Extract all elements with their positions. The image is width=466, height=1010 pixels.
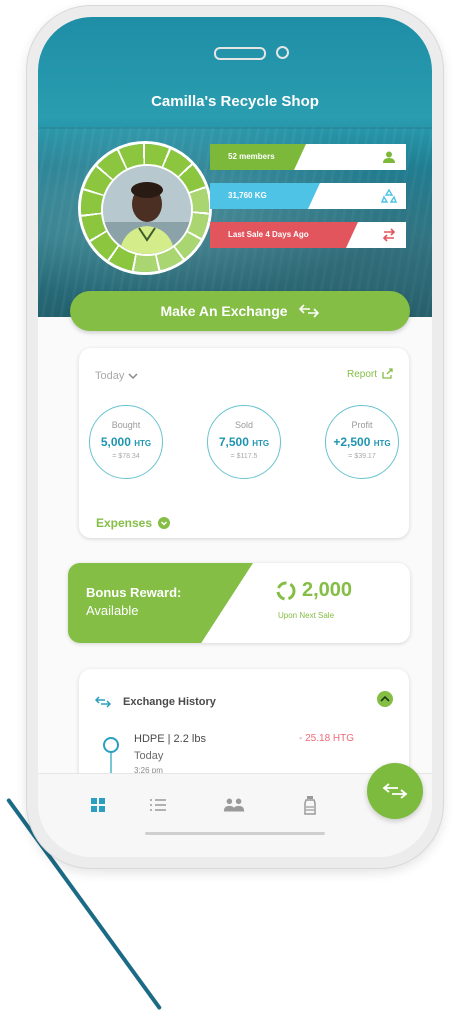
metric-label: Sold [234,420,253,430]
tab-members[interactable] [222,794,246,816]
make-exchange-button[interactable]: Make An Exchange [70,291,410,331]
app-screen: Camilla's Recycle Shop 52 members 31,760… [38,17,432,857]
tab-list[interactable] [146,794,170,816]
period-label: Today [95,370,125,382]
exchange-arrows-icon [376,222,402,248]
report-label: Report [346,368,377,380]
tab-dashboard[interactable] [86,794,110,816]
metric-profit: Profit +2,500 HTG = $39.17 [325,405,399,479]
profile-photo [103,166,191,254]
shop-title: Camilla's Recycle Shop [151,93,319,110]
make-exchange-label: Make An Exchange [160,303,288,319]
bonus-note: Upon Next Sale [278,611,335,620]
phone-camera [276,46,289,59]
decorative-line-top [0,0,12,168]
header-divider [38,127,432,129]
metric-label: Profit [351,420,373,430]
history-header: Exchange History [95,696,216,708]
metric-sold: Sold 7,500 HTG = $117.5 [207,405,281,479]
recycle-icon [376,183,402,209]
bonus-title: Bonus Reward: [86,585,182,600]
tab-inventory[interactable] [298,794,322,816]
chevron-down-icon [128,373,138,380]
report-link[interactable]: Report [347,368,393,380]
list-icon [150,799,166,811]
members-stat: 52 members [210,144,406,170]
expenses-label: Expenses [96,516,153,530]
metric-value: 5,000 HTG [100,435,152,449]
collapse-history-button[interactable] [377,691,393,707]
recycle-icon [276,581,296,600]
people-icon [223,798,245,812]
history-title: Exchange History [123,696,216,708]
transaction-date: Today [134,750,164,762]
home-indicator [145,832,325,835]
expenses-toggle[interactable]: Expenses [96,516,171,530]
export-icon [382,368,393,379]
bonus-status: Available [86,603,139,618]
metric-label: Bought [111,420,141,430]
chevron-up-icon [380,695,390,702]
exchange-arrows-icon [95,696,111,708]
metric-usd: = $39.17 [348,453,376,460]
bonus-amount: 2,000 [302,579,353,601]
avatar[interactable] [101,164,193,256]
chevron-down-circle-icon [158,517,171,529]
transaction-amount: - 25.18 HTG [299,733,355,744]
exchange-fab-button[interactable] [367,763,423,819]
avatar-progress-ring [81,144,209,272]
timeline-dot [103,737,119,753]
members-tag: 52 members [210,144,310,170]
last-sale-stat: Last Sale 4 Days Ago [210,222,406,248]
metric-usd: = $78.34 [112,453,140,460]
exchange-arrows-icon [298,304,319,318]
metric-bought: Bought 5,000 HTG = $78.34 [89,405,163,479]
metric-usd: = $117.5 [230,453,258,460]
person-icon [376,144,402,170]
last-sale-tag: Last Sale 4 Days Ago [210,222,362,248]
metric-value: +2,500 HTG [333,435,391,449]
bonus-amount-row: 2,000 [276,579,352,602]
transaction-item[interactable]: HDPE | 2.2 lbs [134,733,206,745]
weight-tag: 31,760 KG [210,183,324,209]
exchange-arrows-icon [382,783,408,799]
bottle-icon [304,796,316,815]
metric-value: 7,500 HTG [218,435,270,449]
dashboard-icon [91,798,105,812]
period-selector[interactable]: Today [95,370,138,382]
weight-stat: 31,760 KG [210,183,406,209]
phone-frame: Camilla's Recycle Shop 52 members 31,760… [27,6,443,868]
summary-card: Today Report Bought 5,000 HTG = $78.34 S… [79,348,409,538]
phone-speaker [214,47,266,60]
bonus-reward-card[interactable]: Bonus Reward: Available 2,000 Upon Next … [68,563,410,643]
